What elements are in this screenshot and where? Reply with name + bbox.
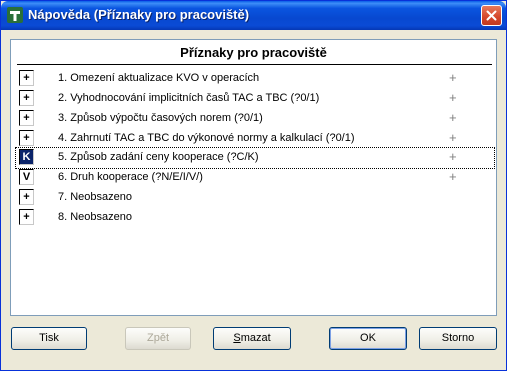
flag-row-8[interactable]: + 8. Neobsazeno (16, 208, 494, 228)
flag-label: 1. Omezení aktualizace KVO v operacích (58, 72, 260, 84)
clear-button[interactable]: Smazat (213, 327, 291, 350)
back-button[interactable]: Zpět (125, 327, 191, 350)
flag-value-field[interactable]: K (19, 149, 34, 165)
ok-button[interactable]: OK (329, 327, 407, 350)
flag-row-2[interactable]: + 2. Vyhodnocování implicitních časů TAC… (16, 89, 494, 109)
flags-panel: Příznaky pro pracoviště + 1. Omezení akt… (10, 39, 497, 316)
flag-label: 4. Zahrnutí TAC a TBC do výkonové normy … (58, 132, 355, 144)
app-t-icon (7, 7, 23, 23)
flag-row-7[interactable]: + 7. Neobsazeno (16, 188, 494, 208)
flag-value-field[interactable]: + (19, 209, 34, 225)
plus-icon[interactable]: + (449, 149, 457, 164)
flag-value-field[interactable]: + (19, 70, 34, 86)
print-button[interactable]: Tisk (11, 327, 87, 350)
flag-label: 5. Způsob zadání ceny kooperace (?C/K) (58, 151, 259, 163)
flag-row-6[interactable]: V 6. Druh kooperace (?N/E/I/V/) + (16, 168, 494, 188)
flag-row-4[interactable]: + 4. Zahrnutí TAC a TBC do výkonové norm… (16, 129, 494, 149)
flag-label: 6. Druh kooperace (?N/E/I/V/) (58, 171, 203, 183)
plus-icon[interactable]: + (449, 169, 457, 184)
flag-row-1[interactable]: + 1. Omezení aktualizace KVO v operacích… (16, 69, 494, 89)
dialog-window: Nápověda (Příznaky pro pracoviště) Přízn… (0, 0, 507, 371)
cancel-button[interactable]: Storno (419, 327, 497, 350)
clear-button-label: mazat (240, 332, 271, 344)
flag-value-field[interactable]: + (19, 110, 34, 126)
flag-label: 2. Vyhodnocování implicitních časů TAC a… (58, 92, 320, 104)
flag-value-field[interactable]: V (19, 169, 34, 185)
flag-row-5[interactable]: K 5. Způsob zadání ceny kooperace (?C/K)… (15, 147, 495, 169)
clear-button-hotkey: S (233, 332, 241, 344)
flag-label: 3. Způsob výpočtu časových norem (?0/1) (58, 112, 263, 124)
plus-icon[interactable]: + (449, 90, 457, 105)
close-button[interactable] (481, 5, 502, 26)
plus-icon[interactable]: + (449, 130, 457, 145)
panel-title: Příznaky pro pracoviště (180, 45, 327, 60)
plus-icon[interactable]: + (449, 110, 457, 125)
flag-value-field[interactable]: + (19, 189, 34, 205)
flag-label: 8. Neobsazeno (58, 211, 132, 223)
plus-icon[interactable]: + (449, 70, 457, 85)
title-bar[interactable]: Nápověda (Příznaky pro pracoviště) (1, 1, 506, 30)
flag-value-field[interactable]: + (19, 130, 34, 146)
flag-value-field[interactable]: + (19, 90, 34, 106)
flag-row-3[interactable]: + 3. Způsob výpočtu časových norem (?0/1… (16, 109, 494, 129)
close-x-icon (486, 10, 497, 21)
flag-label: 7. Neobsazeno (58, 191, 132, 203)
panel-separator (17, 64, 492, 65)
window-title: Nápověda (Příznaky pro pracoviště) (28, 7, 250, 22)
